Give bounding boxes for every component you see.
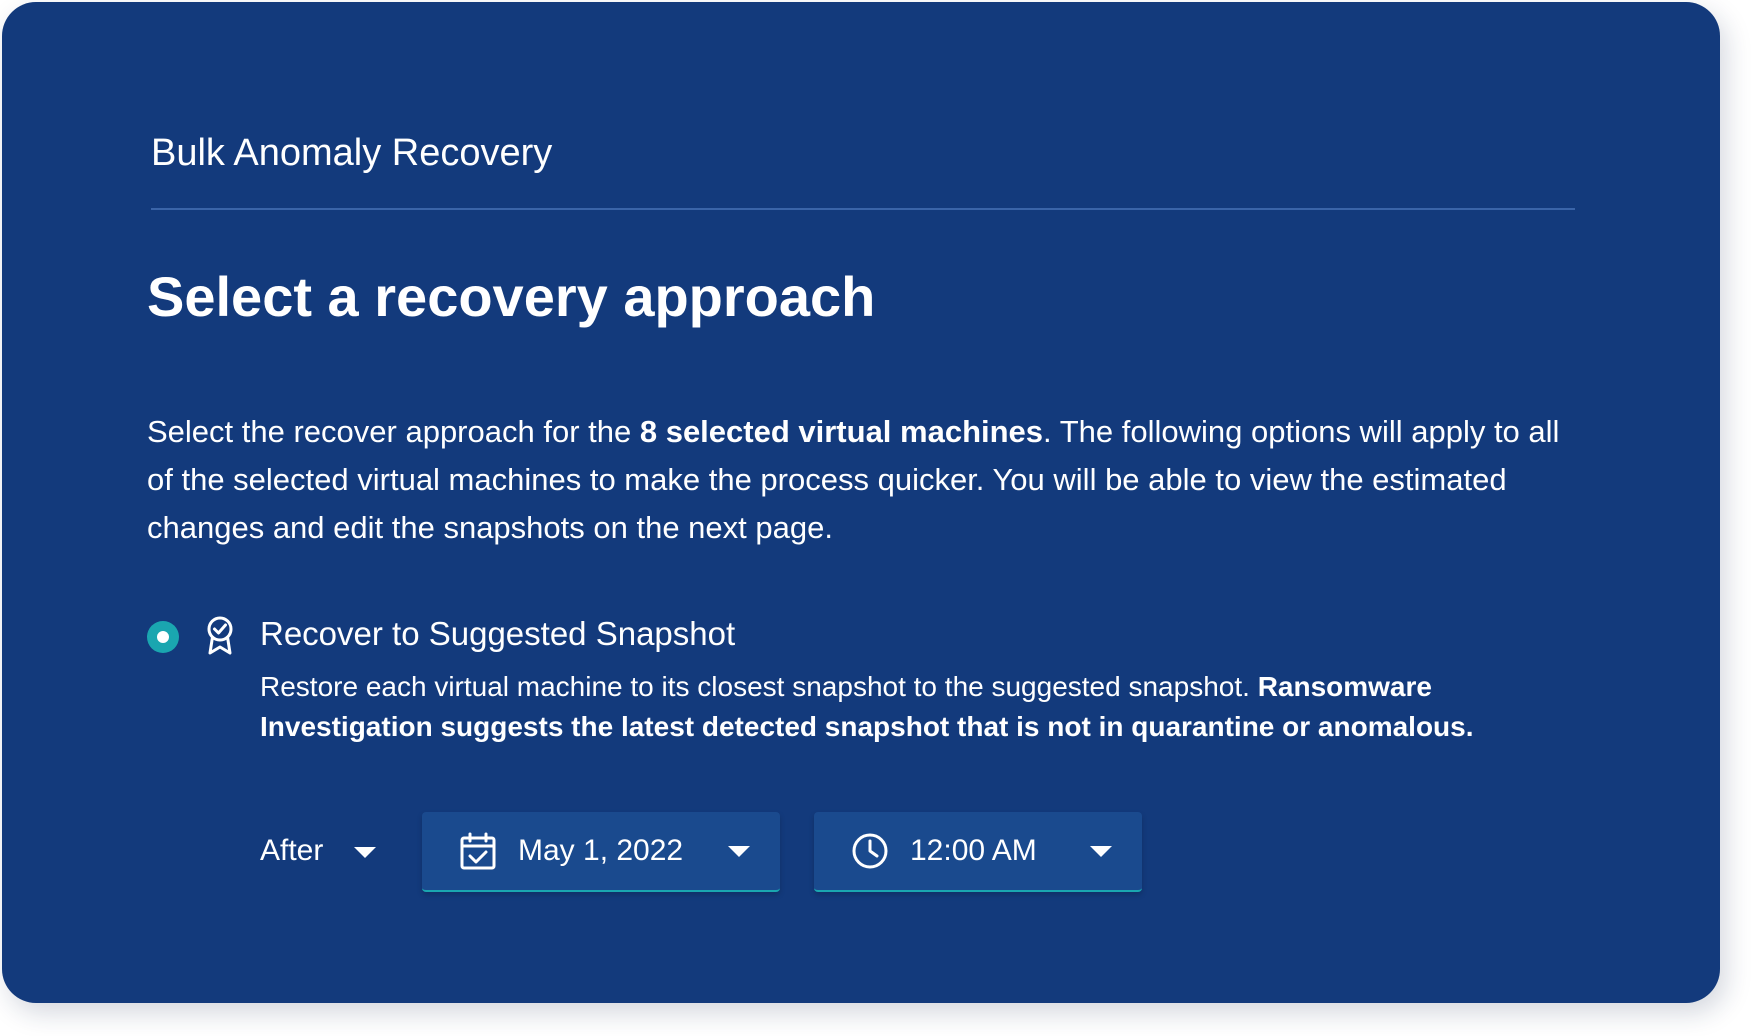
chevron-down-icon — [728, 846, 750, 857]
option-title: Recover to Suggested Snapshot — [260, 615, 736, 652]
chevron-down-icon — [1090, 846, 1112, 857]
time-picker[interactable]: 12:00 AM — [814, 812, 1142, 892]
chevron-down-icon — [354, 847, 376, 858]
app-title: Bulk Anomaly Recovery — [151, 132, 553, 174]
selected-vm-count: 8 selected virtual machines — [639, 414, 1044, 449]
award-ribbon-icon — [207, 616, 233, 655]
relation-dropdown[interactable]: After — [260, 812, 390, 892]
snapshot-filters: After May 1, 2022 12:00 AM — [260, 812, 1160, 892]
relation-selected-value: After — [260, 834, 324, 867]
recovery-dialog: Bulk Anomaly Recovery Select a recovery … — [2, 2, 1720, 1003]
intro-text-start: Select the recover approach for the — [147, 414, 640, 449]
radio-selected-dot — [157, 631, 169, 643]
option-description: Restore each virtual machine to its clos… — [260, 667, 1590, 747]
page-heading: Select a recovery approach — [147, 265, 876, 328]
date-value: May 1, 2022 — [518, 834, 684, 867]
intro-text: Select the recover approach for the 8 se… — [147, 408, 1567, 552]
date-picker[interactable]: May 1, 2022 — [422, 812, 780, 892]
header-divider — [151, 208, 1575, 210]
suggested-snapshot-option[interactable]: Recover to Suggested Snapshot Restore ea… — [147, 615, 1587, 755]
calendar-check-icon — [460, 832, 496, 870]
time-value: 12:00 AM — [910, 834, 1037, 867]
option-description-start: Restore each virtual machine to its clos… — [260, 671, 1258, 702]
suggested-snapshot-radio[interactable] — [147, 621, 179, 653]
clock-icon — [852, 833, 888, 869]
